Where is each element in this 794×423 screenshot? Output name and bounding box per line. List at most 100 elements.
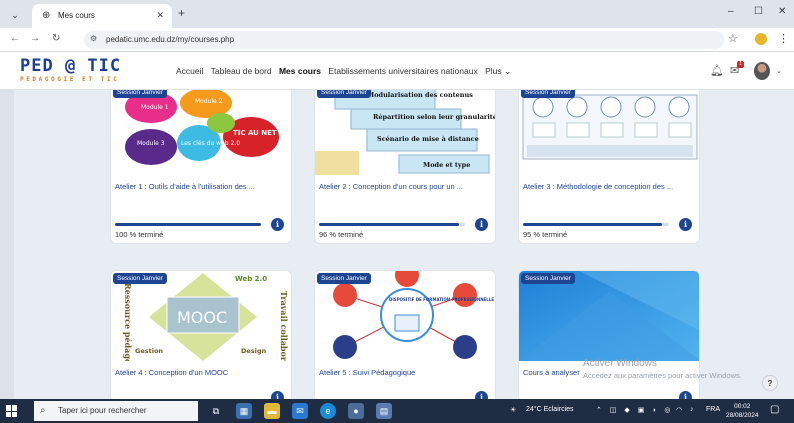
course-card[interactable]: Session Janvier Atelier 3 : Méthodologie… (518, 90, 700, 244)
activate-windows-subtitle: Accédez aux paramètres pour activer Wind… (583, 371, 742, 380)
mail-icon[interactable]: ✉ (292, 403, 308, 419)
menu-plus[interactable]: Plus ⌄ (485, 66, 511, 76)
weather-icon[interactable]: ☀ (510, 406, 516, 414)
course-title[interactable]: Atelier 1 : Outils d'aide à l'utilisatio… (115, 181, 291, 193)
activate-windows-title: Activer Windows (583, 358, 657, 369)
extension-icon[interactable] (755, 33, 767, 45)
bookmark-star-icon[interactable]: ☆ (728, 32, 738, 45)
course-card[interactable]: Module 1 Module 2 Module 3 Les clés du w… (110, 90, 292, 244)
course-card[interactable]: DISPOSITIF DE FORMATION PROFESSIONNELLE … (314, 270, 496, 400)
session-badge: Session Janvier (521, 90, 575, 98)
site-header: PED @ TIC PEDAGOGIE ET TIC Accueil Table… (0, 52, 794, 90)
img-text-web20: Web 2.0 (235, 275, 267, 283)
taskbar-search[interactable]: ⌕ Taper ici pour rechercher (34, 401, 198, 421)
clock-time: 00:02 (734, 403, 751, 410)
session-badge: Session Janvier (521, 273, 575, 284)
img-text-module3: Module 3 (137, 140, 165, 147)
url-field[interactable]: ⚙ pedatic.umc.edu.dz/my/courses.php (84, 31, 724, 49)
new-tab-button[interactable]: + (178, 6, 185, 20)
info-icon[interactable]: i (679, 218, 692, 231)
app-icon-1[interactable]: ▦ (236, 403, 252, 419)
site-info-icon[interactable]: ⚙ (90, 34, 97, 43)
img-text-scenario: Scénario de mise à distance (377, 135, 479, 143)
windows-taskbar: ⌕ Taper ici pour rechercher ⧉ ▦ ▬ ✉ e ● … (0, 399, 794, 423)
clock[interactable]: 00:02 28/08/2024 (726, 402, 759, 420)
img-text-dispositif: DISPOSITIF DE FORMATION PROFESSIONNELLE (389, 297, 494, 302)
course-image: MOOC Web 2.0 Gestion Design Ressource pé… (111, 271, 291, 361)
tab-title: Mes cours (58, 11, 95, 20)
file-explorer-icon[interactable]: ▬ (264, 403, 280, 419)
course-card[interactable]: MOOC Web 2.0 Gestion Design Ressource pé… (110, 270, 292, 400)
tab-close-icon[interactable]: ✕ (156, 10, 164, 21)
minimize-button[interactable]: – (728, 6, 734, 17)
img-text-module2: Module 2 (195, 98, 223, 105)
course-image: Module 1 Module 2 Module 3 Les clés du w… (111, 90, 291, 175)
course-image (519, 271, 699, 361)
globe-favicon-icon: ⊕ (42, 10, 51, 21)
img-text-mode: Mode et type (423, 161, 470, 169)
task-view-icon[interactable]: ⧉ (208, 403, 224, 419)
notification-badge: 1 (737, 61, 744, 68)
course-image: DISPOSITIF DE FORMATION PROFESSIONNELLE (315, 271, 495, 361)
volume-icon[interactable]: ♪ (690, 406, 694, 413)
img-text-design: Design (241, 347, 267, 355)
avatar[interactable] (754, 62, 770, 80)
img-text-mooc: MOOC (177, 308, 227, 327)
img-text-modularisation: Modularisation des contenus (367, 91, 473, 99)
course-card[interactable]: Modularisation des contenus Répartition … (314, 90, 496, 244)
info-icon[interactable]: i (271, 218, 284, 231)
progress-label: 95 % terminé (523, 230, 568, 239)
course-title[interactable]: Atelier 5 : Suivi Pédagogique (319, 367, 495, 379)
menu-accueil[interactable]: Accueil (176, 66, 203, 76)
back-arrow-icon[interactable]: ← (10, 33, 20, 44)
windows-start-icon[interactable] (6, 405, 18, 417)
menu-mes-cours[interactable]: Mes cours (279, 66, 321, 76)
course-title[interactable]: Atelier 4 : Conception d'un MOOC (115, 367, 291, 379)
notification-bell-icon[interactable]: 🔔︎ (710, 64, 724, 77)
address-bar-row: ← → ↻ ⚙ pedatic.umc.edu.dz/my/courses.ph… (0, 28, 794, 52)
site-logo[interactable]: PED @ TIC (20, 56, 121, 76)
menu-tableau-de-bord[interactable]: Tableau de bord (211, 66, 272, 76)
browser-tab[interactable]: ⊕ Mes cours ✕ (32, 4, 172, 28)
network-icon[interactable]: ◠ (676, 406, 682, 414)
chevron-down-icon[interactable]: ⌄ (776, 67, 782, 75)
course-image: Modularisation des contenus Répartition … (315, 90, 495, 175)
course-title[interactable]: Atelier 3 : Méthodologie de conception d… (523, 181, 699, 193)
screen: ⌄ ⊕ Mes cours ✕ + – ☐ ✕ ← → ↻ ⚙ pedatic.… (0, 0, 794, 423)
progress-fill (319, 223, 460, 226)
clock-date: 28/08/2024 (726, 412, 759, 419)
session-badge: Session Janvier (317, 273, 371, 284)
url-text: pedatic.umc.edu.dz/my/courses.php (106, 35, 235, 44)
course-title[interactable]: Atelier 2 : Conception d'un cours pour u… (319, 181, 495, 193)
forward-arrow-icon[interactable]: → (30, 33, 40, 44)
weather-text[interactable]: 24°C Eclaircies (526, 406, 574, 413)
img-text-ressource: Ressource pédagogique (123, 283, 133, 361)
browser-menu-icon[interactable]: ⋮ (778, 32, 789, 45)
chrome-icon[interactable]: ● (348, 403, 364, 419)
tab-list-chevron-icon[interactable]: ⌄ (8, 8, 22, 22)
reload-icon[interactable]: ↻ (52, 33, 60, 44)
notification-center-icon[interactable]: ▢ (770, 404, 779, 415)
progress-bar (319, 223, 465, 226)
main-menu: Accueil Tableau de bord Mes cours Etabli… (176, 66, 516, 77)
progress-bar (523, 223, 669, 226)
browser-tab-bar: ⌄ ⊕ Mes cours ✕ + – ☐ ✕ (0, 0, 794, 28)
course-image (519, 90, 699, 175)
taskbar-search-placeholder: Taper ici pour rechercher (58, 406, 147, 415)
info-icon[interactable]: i (475, 218, 488, 231)
system-tray-icons[interactable]: ⌃ ◫ ◆ ▣ ◗ ◎ (596, 406, 674, 414)
maximize-button[interactable]: ☐ (754, 6, 763, 17)
progress-label: 100 % terminé (115, 230, 164, 239)
left-drawer-strip (0, 90, 14, 400)
progress-fill (115, 223, 261, 226)
edge-icon[interactable]: e (320, 403, 336, 419)
progress-fill (523, 223, 662, 226)
img-text-ticaunet: TIC AU NET (233, 129, 277, 137)
app-icon-2[interactable]: ▤ (376, 403, 392, 419)
help-button[interactable]: ? (762, 375, 778, 391)
language-indicator[interactable]: FRA (706, 406, 720, 413)
course-card[interactable]: Session Janvier Cours à analyser i (518, 270, 700, 400)
close-window-button[interactable]: ✕ (778, 6, 786, 17)
menu-etablissements[interactable]: Etablissements universitaires nationaux (328, 66, 477, 76)
img-text-web20: Les clés du web 2.0 (181, 140, 240, 147)
